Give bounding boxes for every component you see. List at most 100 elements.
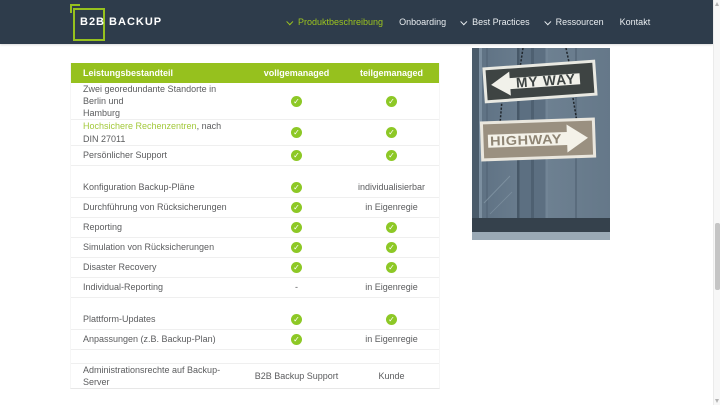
nav-item-label: Onboarding bbox=[399, 17, 447, 27]
row-label: Disaster Recovery bbox=[83, 262, 157, 273]
column-header-teilgemanaged: teilgemanaged bbox=[359, 68, 424, 78]
cell-vollgemanaged: - bbox=[295, 282, 298, 293]
row-label: Administrationsrechte auf Backup-Server bbox=[83, 364, 221, 387]
cell-vollgemanaged: ✓ bbox=[249, 221, 344, 233]
table-row: Individual-Reporting - in Eigenregie bbox=[71, 278, 439, 298]
check-icon: ✓ bbox=[291, 333, 302, 345]
nav-item-produktbeschreibung[interactable]: Produktbeschreibung bbox=[286, 17, 384, 27]
cell-vollgemanaged: ✓ bbox=[249, 241, 344, 253]
chevron-down-icon bbox=[460, 17, 468, 25]
nav-item-kontakt[interactable]: Kontakt bbox=[620, 17, 651, 27]
table-row: Disaster Recovery ✓ ✓ bbox=[71, 258, 439, 278]
cell-teilgemanaged: ✓ bbox=[344, 127, 439, 139]
cell-teilgemanaged: ✓ bbox=[344, 241, 439, 253]
check-icon: ✓ bbox=[291, 221, 302, 233]
chevron-down-icon bbox=[543, 17, 551, 25]
row-label: Anpassungen (z.B. Backup-Plan) bbox=[83, 334, 216, 345]
row-label: Hochsichere Rechenzentren, nach DIN 2701… bbox=[83, 121, 222, 144]
check-icon: ✓ bbox=[291, 201, 302, 213]
table-header-row: Leistungsbestandteil vollgemanaged teilg… bbox=[71, 63, 439, 83]
cell-vollgemanaged: ✓ bbox=[249, 333, 344, 345]
check-icon: ✓ bbox=[386, 95, 397, 107]
cell-vollgemanaged: ✓ bbox=[249, 181, 344, 193]
scrollbar-up-arrow[interactable] bbox=[715, 2, 719, 6]
table-row: Durchführung von Rücksicherungen ✓ in Ei… bbox=[71, 198, 439, 218]
cell-teilgemanaged: ✓ bbox=[344, 221, 439, 233]
table-row: Reporting ✓ ✓ bbox=[71, 218, 439, 238]
check-icon: ✓ bbox=[386, 127, 397, 139]
column-header-leistungsbestandteil: Leistungsbestandteil bbox=[83, 68, 174, 78]
table-row: Simulation von Rücksicherungen ✓ ✓ bbox=[71, 238, 439, 258]
nav-item-label: Ressourcen bbox=[555, 17, 604, 27]
top-navigation-bar: B2B BACKUP Produktbeschreibung Onboardin… bbox=[0, 0, 713, 44]
table-row bbox=[71, 298, 439, 310]
row-label: Konfiguration Backup-Pläne bbox=[83, 182, 195, 193]
door-signs-illustration: MY WAY HIGHWAY bbox=[472, 47, 610, 240]
cell-teilgemanaged: in Eigenregie bbox=[365, 282, 418, 293]
cell-teilgemanaged: ✓ bbox=[344, 95, 439, 107]
row-label: Reporting bbox=[83, 222, 123, 233]
check-icon: ✓ bbox=[291, 313, 302, 325]
page-scrollbar[interactable] bbox=[713, 0, 720, 405]
check-icon: ✓ bbox=[291, 261, 302, 273]
nav-item-best-practices[interactable]: Best Practices bbox=[460, 17, 530, 27]
inline-text-link[interactable]: Hochsichere Rechenzentren bbox=[83, 121, 197, 131]
row-label: Simulation von Rücksicherungen bbox=[83, 242, 215, 253]
logo[interactable]: B2B BACKUP bbox=[70, 4, 163, 41]
check-icon: ✓ bbox=[291, 181, 302, 193]
check-icon: ✓ bbox=[291, 241, 302, 253]
cell-teilgemanaged: individualisierbar bbox=[357, 182, 426, 193]
check-icon: ✓ bbox=[386, 241, 397, 253]
check-icon: ✓ bbox=[386, 313, 397, 325]
direction-signs-photo: MY WAY HIGHWAY bbox=[472, 47, 610, 240]
table-row: Persönlicher Support ✓ ✓ bbox=[71, 146, 439, 166]
table-row bbox=[71, 350, 439, 364]
table-row: Zwei georedundante Standorte in Berlin u… bbox=[71, 83, 439, 121]
cell-teilgemanaged: in Eigenregie bbox=[365, 202, 418, 213]
cell-vollgemanaged: ✓ bbox=[249, 261, 344, 273]
table-row: Administrationsrechte auf Backup-Server … bbox=[71, 364, 439, 388]
cell-teilgemanaged: ✓ bbox=[344, 261, 439, 273]
logo-text: B2B BACKUP bbox=[80, 16, 163, 28]
cell-teilgemanaged: Kunde bbox=[378, 370, 405, 381]
check-icon: ✓ bbox=[291, 127, 302, 139]
table-row: Plattform-Updates ✓ ✓ bbox=[71, 310, 439, 330]
cell-teilgemanaged: in Eigenregie bbox=[365, 334, 418, 345]
table-row: Hochsichere Rechenzentren, nach DIN 2701… bbox=[71, 120, 439, 146]
column-header-vollgemanaged: vollgemanaged bbox=[263, 68, 330, 78]
table-row: Konfiguration Backup-Pläne ✓ individuali… bbox=[71, 178, 439, 198]
row-label: Zwei georedundante Standorte in Berlin u… bbox=[83, 84, 217, 119]
cell-vollgemanaged: ✓ bbox=[249, 95, 344, 107]
nav-item-label: Produktbeschreibung bbox=[298, 17, 384, 27]
check-icon: ✓ bbox=[386, 261, 397, 273]
nav-item-ressourcen[interactable]: Ressourcen bbox=[543, 17, 604, 27]
sign-highway-text: HIGHWAY bbox=[490, 131, 562, 149]
cell-vollgemanaged: ✓ bbox=[249, 127, 344, 139]
row-label: Persönlicher Support bbox=[83, 150, 168, 161]
row-label: Plattform-Updates bbox=[83, 314, 156, 325]
main-nav: Produktbeschreibung Onboarding Best Prac… bbox=[286, 0, 651, 44]
table-row bbox=[71, 166, 439, 178]
cell-vollgemanaged: ✓ bbox=[249, 201, 344, 213]
check-icon: ✓ bbox=[386, 221, 397, 233]
check-icon: ✓ bbox=[386, 149, 397, 161]
sign-my-way: MY WAY bbox=[482, 59, 598, 104]
nav-item-onboarding[interactable]: Onboarding bbox=[399, 17, 446, 27]
scrollbar-down-arrow[interactable] bbox=[715, 399, 719, 403]
cell-vollgemanaged: B2B Backup Support bbox=[254, 370, 339, 381]
table-row: Anpassungen (z.B. Backup-Plan) ✓ in Eige… bbox=[71, 330, 439, 350]
sign-highway: HIGHWAY bbox=[479, 117, 597, 162]
cell-vollgemanaged: ✓ bbox=[249, 313, 344, 325]
chevron-down-icon bbox=[286, 17, 294, 25]
row-label: Durchführung von Rücksicherungen bbox=[83, 202, 227, 213]
row-label: Individual-Reporting bbox=[83, 282, 164, 293]
cell-teilgemanaged: ✓ bbox=[344, 313, 439, 325]
scrollbar-thumb[interactable] bbox=[715, 223, 720, 290]
check-icon: ✓ bbox=[291, 95, 302, 107]
nav-item-label: Kontakt bbox=[619, 17, 651, 27]
nav-item-label: Best Practices bbox=[472, 17, 530, 27]
cell-teilgemanaged: ✓ bbox=[344, 149, 439, 161]
table-body: Zwei georedundante Standorte in Berlin u… bbox=[71, 83, 439, 388]
check-icon: ✓ bbox=[291, 149, 302, 161]
comparison-table: Leistungsbestandteil vollgemanaged teilg… bbox=[70, 63, 440, 389]
